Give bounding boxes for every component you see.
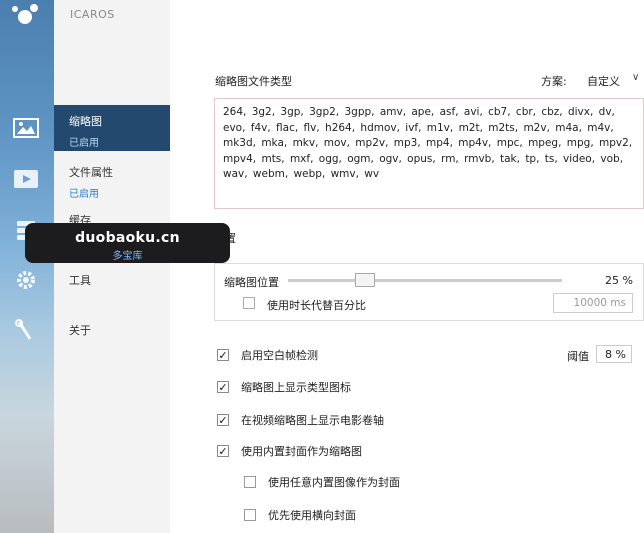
duration-checkbox-label: 使用时长代替百分比 [267, 299, 366, 312]
image-icon[interactable] [12, 116, 40, 140]
checkbox[interactable]: ✓ [217, 349, 229, 361]
position-group: 缩略图位置 25 % 使用时长代替百分比 10000 ms [214, 263, 644, 321]
nav-item-label: 文件属性 [69, 166, 113, 179]
chevron-down-icon[interactable]: ∨ [632, 72, 639, 83]
checkbox[interactable]: ✓ [217, 381, 229, 393]
option-label: 启用空白帧检测 [241, 349, 318, 362]
option-label: 使用内置封面作为缩略图 [241, 445, 362, 458]
watermark-subtitle: 多宝库 [112, 251, 143, 262]
nav-item-thumbnails[interactable]: 缩略图 已启用 [54, 105, 170, 151]
scheme-label: 方案: [541, 75, 567, 88]
option-label: 优先使用横向封面 [268, 509, 356, 522]
nav-item-status: 已启用 [69, 138, 99, 149]
checkbox[interactable]: ✓ [217, 445, 229, 457]
watermark-overlay: duobaoku.cn 多宝库 [25, 223, 230, 263]
duration-input[interactable]: 10000 ms [553, 293, 633, 313]
app-logo-icon [10, 4, 40, 30]
option-prefer-landscape-cover[interactable]: 优先使用横向封面 [244, 507, 356, 523]
video-icon[interactable] [12, 167, 40, 191]
position-slider-track[interactable] [288, 279, 562, 282]
threshold-input[interactable]: 8 % [596, 345, 632, 363]
scheme-select[interactable]: 自定义 [587, 73, 620, 89]
position-value: 25 % [605, 274, 633, 287]
option-label: 使用任意内置图像作为封面 [268, 476, 400, 489]
nav-item-about[interactable]: 关于 [69, 322, 91, 338]
option-label: 缩略图上显示类型图标 [241, 381, 351, 394]
nav-item-tools[interactable]: 工具 [69, 272, 91, 288]
nav-item-label: 缩略图 [69, 115, 102, 128]
position-slider-handle[interactable] [355, 273, 375, 287]
watermark-title: duobaoku.cn [75, 230, 180, 246]
option-embedded-cover[interactable]: ✓ 使用内置封面作为缩略图 [217, 443, 362, 459]
option-label: 在视频缩略图上显示电影卷轴 [241, 414, 384, 427]
nav-item-file-properties[interactable]: 文件属性 已启用 [54, 156, 170, 202]
icon-rail [0, 0, 54, 533]
option-any-embedded-image[interactable]: 使用任意内置图像作为封面 [244, 474, 400, 490]
option-blank-frame-detection[interactable]: ✓ 启用空白帧检测 [217, 347, 318, 363]
file-types-textarea[interactable]: 264, 3g2, 3gp, 3gp2, 3gpp, amv, ape, asf… [214, 98, 644, 209]
checkbox[interactable] [244, 509, 256, 521]
gear-icon[interactable] [12, 268, 40, 292]
option-film-strip[interactable]: ✓ 在视频缩略图上显示电影卷轴 [217, 412, 384, 428]
file-types-label: 缩略图文件类型 [215, 75, 292, 88]
thumbnail-settings-panel: 缩略图文件类型 方案: 自定义 ∨ 264, 3g2, 3gp, 3gp2, 3… [170, 28, 644, 533]
app-title: ICAROS [70, 8, 115, 21]
checkbox[interactable]: ✓ [217, 414, 229, 426]
duration-checkbox[interactable] [243, 297, 255, 309]
position-label: 缩略图位置 [224, 276, 279, 289]
threshold-label: 阈值 [567, 350, 589, 363]
wrench-icon[interactable] [12, 318, 40, 342]
nav-item-status: 已启用 [69, 189, 99, 200]
checkbox[interactable] [244, 476, 256, 488]
settings-nav: 缩略图 已启用 文件属性 已启用 缓存 工具 关于 [54, 0, 170, 533]
option-show-type-icon[interactable]: ✓ 缩略图上显示类型图标 [217, 379, 351, 395]
